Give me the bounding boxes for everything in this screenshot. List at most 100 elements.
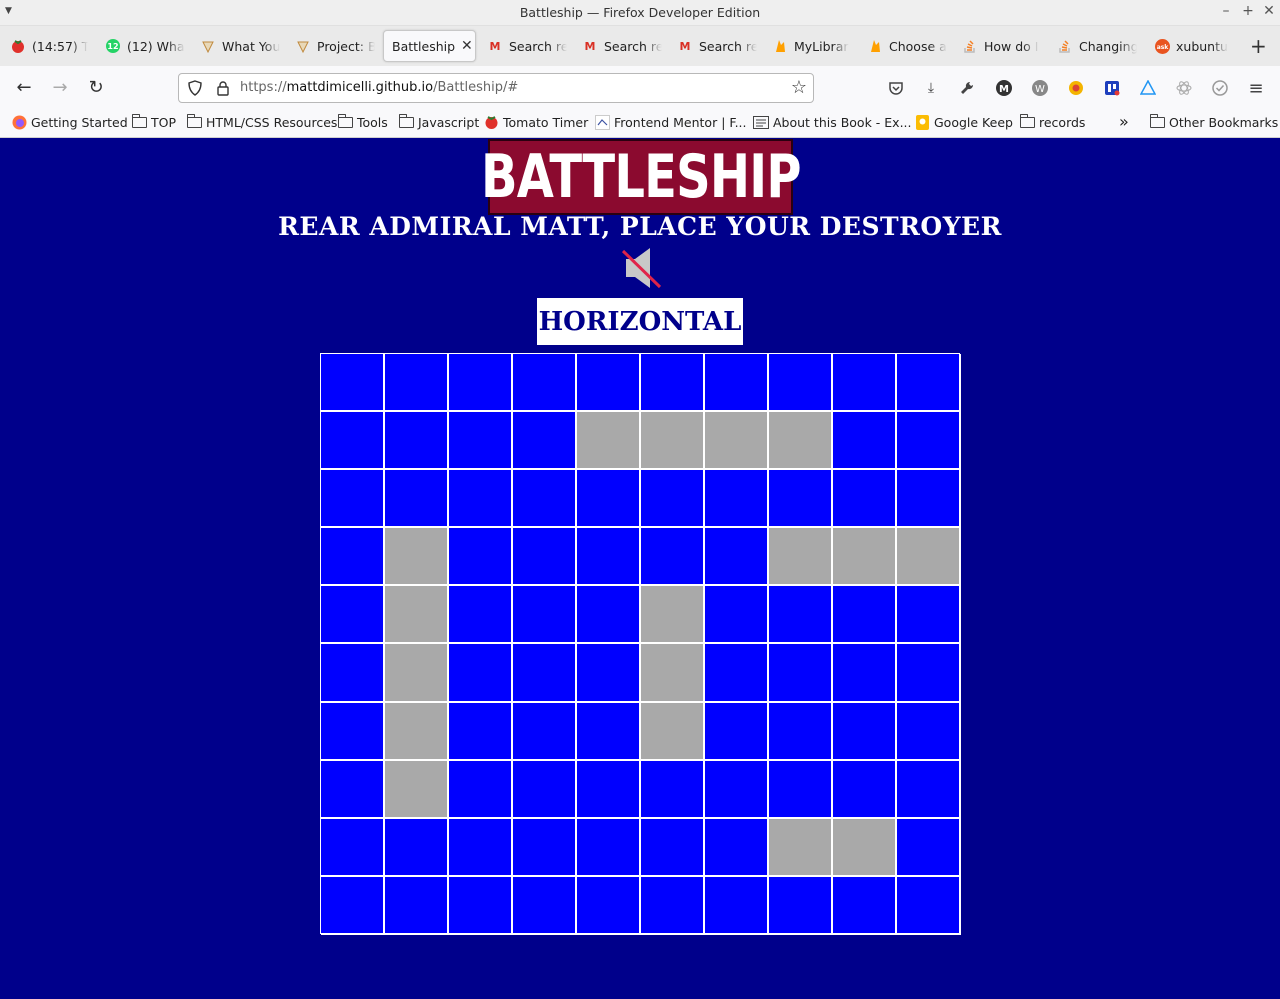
close-window-icon[interactable]: ✕ xyxy=(1261,3,1277,19)
board-cell[interactable] xyxy=(641,760,705,819)
board-cell[interactable] xyxy=(513,702,577,761)
tab[interactable]: How do I xyxy=(962,30,1042,62)
bookmark-item[interactable]: Getting Started xyxy=(11,115,128,130)
bookmark-folder-other[interactable]: Other Bookmarks xyxy=(1149,114,1278,130)
tab-active[interactable]: Battleship ✕ xyxy=(383,30,476,62)
hamburger-menu-icon[interactable]: ≡ xyxy=(1246,78,1266,99)
board-cell[interactable] xyxy=(705,644,769,703)
board-cell[interactable] xyxy=(577,586,641,645)
board-cell[interactable] xyxy=(833,760,897,819)
board-cell[interactable] xyxy=(897,760,961,819)
board-cell[interactable] xyxy=(577,528,641,587)
extension-react-icon[interactable] xyxy=(1174,78,1194,98)
extension-trello-icon[interactable] xyxy=(1102,78,1122,98)
board-cell[interactable] xyxy=(769,760,833,819)
board-cell[interactable] xyxy=(321,528,385,587)
board-cell[interactable] xyxy=(897,354,961,413)
url-text[interactable]: https://mattdimicelli.github.io/Battlesh… xyxy=(240,80,518,95)
board-cell[interactable] xyxy=(449,702,513,761)
extension-triangle-icon[interactable] xyxy=(1138,78,1158,98)
tab[interactable]: (14:57) To xyxy=(10,30,88,62)
tab[interactable]: ask xubuntu xyxy=(1154,30,1232,62)
board-cell[interactable] xyxy=(577,644,641,703)
board-cell[interactable] xyxy=(897,470,961,529)
board-cell[interactable] xyxy=(449,644,513,703)
board-cell-ship[interactable] xyxy=(641,702,705,761)
tab[interactable]: 12 (12) What xyxy=(105,30,185,62)
close-tab-icon[interactable]: ✕ xyxy=(461,38,473,54)
board-cell[interactable] xyxy=(449,470,513,529)
forward-button[interactable]: → xyxy=(48,76,72,100)
tab[interactable]: What You xyxy=(200,30,280,62)
board-cell[interactable] xyxy=(705,354,769,413)
wrench-icon[interactable] xyxy=(957,78,977,98)
board-cell[interactable] xyxy=(449,354,513,413)
board-cell[interactable] xyxy=(833,412,897,471)
board-cell[interactable] xyxy=(321,876,385,935)
downloads-icon[interactable]: ⤓ xyxy=(921,78,941,98)
board-cell[interactable] xyxy=(705,702,769,761)
new-tab-button[interactable]: + xyxy=(1250,34,1267,58)
board-cell[interactable] xyxy=(449,876,513,935)
board-cell[interactable] xyxy=(385,470,449,529)
board-cell[interactable] xyxy=(321,354,385,413)
board-cell[interactable] xyxy=(769,702,833,761)
board-cell-ship[interactable] xyxy=(385,760,449,819)
board-cell[interactable] xyxy=(513,528,577,587)
board-cell[interactable] xyxy=(705,818,769,877)
maximize-icon[interactable]: + xyxy=(1240,3,1256,19)
board-cell[interactable] xyxy=(577,818,641,877)
board-cell[interactable] xyxy=(513,818,577,877)
board-cell[interactable] xyxy=(513,760,577,819)
board-cell-ship[interactable] xyxy=(769,818,833,877)
board-cell[interactable] xyxy=(321,644,385,703)
board-cell[interactable] xyxy=(641,354,705,413)
board-cell[interactable] xyxy=(897,702,961,761)
tab[interactable]: Project: B xyxy=(295,30,375,62)
board-cell[interactable] xyxy=(513,412,577,471)
board-cell-ship[interactable] xyxy=(833,818,897,877)
board-cell[interactable] xyxy=(577,702,641,761)
bookmark-item[interactable]: Tomato Timer xyxy=(483,115,588,130)
bookmark-item[interactable]: Frontend Mentor | F... xyxy=(594,115,746,130)
bookmark-folder[interactable]: HTML/CSS Resources xyxy=(186,114,337,130)
board-cell[interactable] xyxy=(513,644,577,703)
board-cell-ship[interactable] xyxy=(577,412,641,471)
board-cell-ship[interactable] xyxy=(385,528,449,587)
board-cell[interactable] xyxy=(705,876,769,935)
board-cell[interactable] xyxy=(833,644,897,703)
board-cell[interactable] xyxy=(769,470,833,529)
board-cell[interactable] xyxy=(769,876,833,935)
board-cell[interactable] xyxy=(897,412,961,471)
url-bar[interactable]: https://mattdimicelli.github.io/Battlesh… xyxy=(178,73,814,103)
back-button[interactable]: ← xyxy=(12,76,36,100)
board-cell[interactable] xyxy=(385,876,449,935)
bookmark-folder[interactable]: TOP xyxy=(131,114,176,130)
board-cell[interactable] xyxy=(513,876,577,935)
board-cell[interactable] xyxy=(449,528,513,587)
board-cell[interactable] xyxy=(897,876,961,935)
extension-m-icon[interactable]: M xyxy=(994,78,1014,98)
tab[interactable]: Choose a xyxy=(867,30,947,62)
tab[interactable]: Changing xyxy=(1057,30,1137,62)
board-cell[interactable] xyxy=(769,586,833,645)
orientation-toggle-button[interactable]: HORIZONTAL xyxy=(537,298,743,345)
lock-icon[interactable] xyxy=(215,80,231,96)
tab[interactable]: MyLibrar xyxy=(772,30,852,62)
tab[interactable]: M Search re xyxy=(677,30,757,62)
bookmark-folder[interactable]: Javascript xyxy=(398,114,479,130)
board-cell-ship[interactable] xyxy=(833,528,897,587)
board-cell[interactable] xyxy=(897,818,961,877)
board-cell[interactable] xyxy=(705,760,769,819)
board-cell[interactable] xyxy=(641,528,705,587)
board-cell-ship[interactable] xyxy=(385,586,449,645)
board-cell-ship[interactable] xyxy=(897,528,961,587)
board-cell[interactable] xyxy=(833,586,897,645)
board-cell[interactable] xyxy=(385,412,449,471)
board-cell-ship[interactable] xyxy=(769,528,833,587)
board-cell[interactable] xyxy=(897,644,961,703)
board-cell-ship[interactable] xyxy=(385,644,449,703)
board-cell[interactable] xyxy=(321,702,385,761)
extension-check-icon[interactable] xyxy=(1210,78,1230,98)
board-cell[interactable] xyxy=(385,818,449,877)
